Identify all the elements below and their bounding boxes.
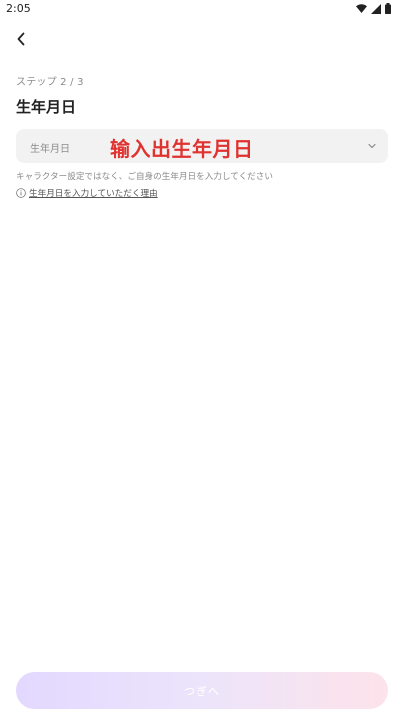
info-icon <box>16 188 26 198</box>
chevron-down-icon <box>368 143 376 149</box>
next-button-label: つぎへ <box>184 684 220 698</box>
birthday-annotation-text: 输入出生年月日 <box>110 137 254 161</box>
chevron-left-icon <box>17 32 25 46</box>
page-title: 生年月日 <box>16 98 77 116</box>
birthday-note: キャラクター設定ではなく、ご自身の生年月日を入力してください <box>16 172 273 182</box>
status-bar: 2:05 <box>0 0 403 18</box>
birthday-placeholder: 生年月日 <box>30 144 70 155</box>
signal-icon <box>371 3 381 14</box>
battery-icon <box>385 3 391 14</box>
status-time: 2:05 <box>6 2 31 15</box>
birthday-reason-label: 生年月日を入力していただく理由 <box>29 189 158 199</box>
back-button[interactable] <box>10 28 32 50</box>
wifi-icon <box>356 3 367 14</box>
birthday-reason-link[interactable]: 生年月日を入力していただく理由 <box>16 187 158 199</box>
next-button[interactable]: つぎへ <box>16 672 388 709</box>
status-icons <box>356 3 391 14</box>
step-indicator: ステップ 2 / 3 <box>16 77 84 88</box>
birthday-select[interactable]: 生年月日 输入出生年月日 <box>16 129 388 163</box>
